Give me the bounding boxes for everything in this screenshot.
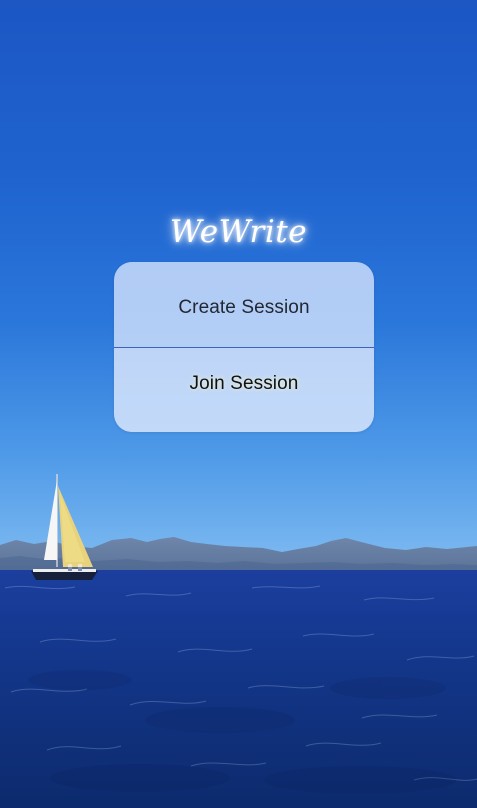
join-session-button[interactable]: Join Session <box>114 348 374 432</box>
sea-waves <box>4 585 477 794</box>
sailboat-image <box>31 474 98 580</box>
join-session-label: Join Session <box>189 373 299 394</box>
create-session-button[interactable]: Create Session <box>114 262 374 348</box>
create-session-label: Create Session <box>178 296 310 318</box>
app-title: WeWrite <box>169 214 308 250</box>
session-menu: Create Session Join Session <box>114 262 374 432</box>
